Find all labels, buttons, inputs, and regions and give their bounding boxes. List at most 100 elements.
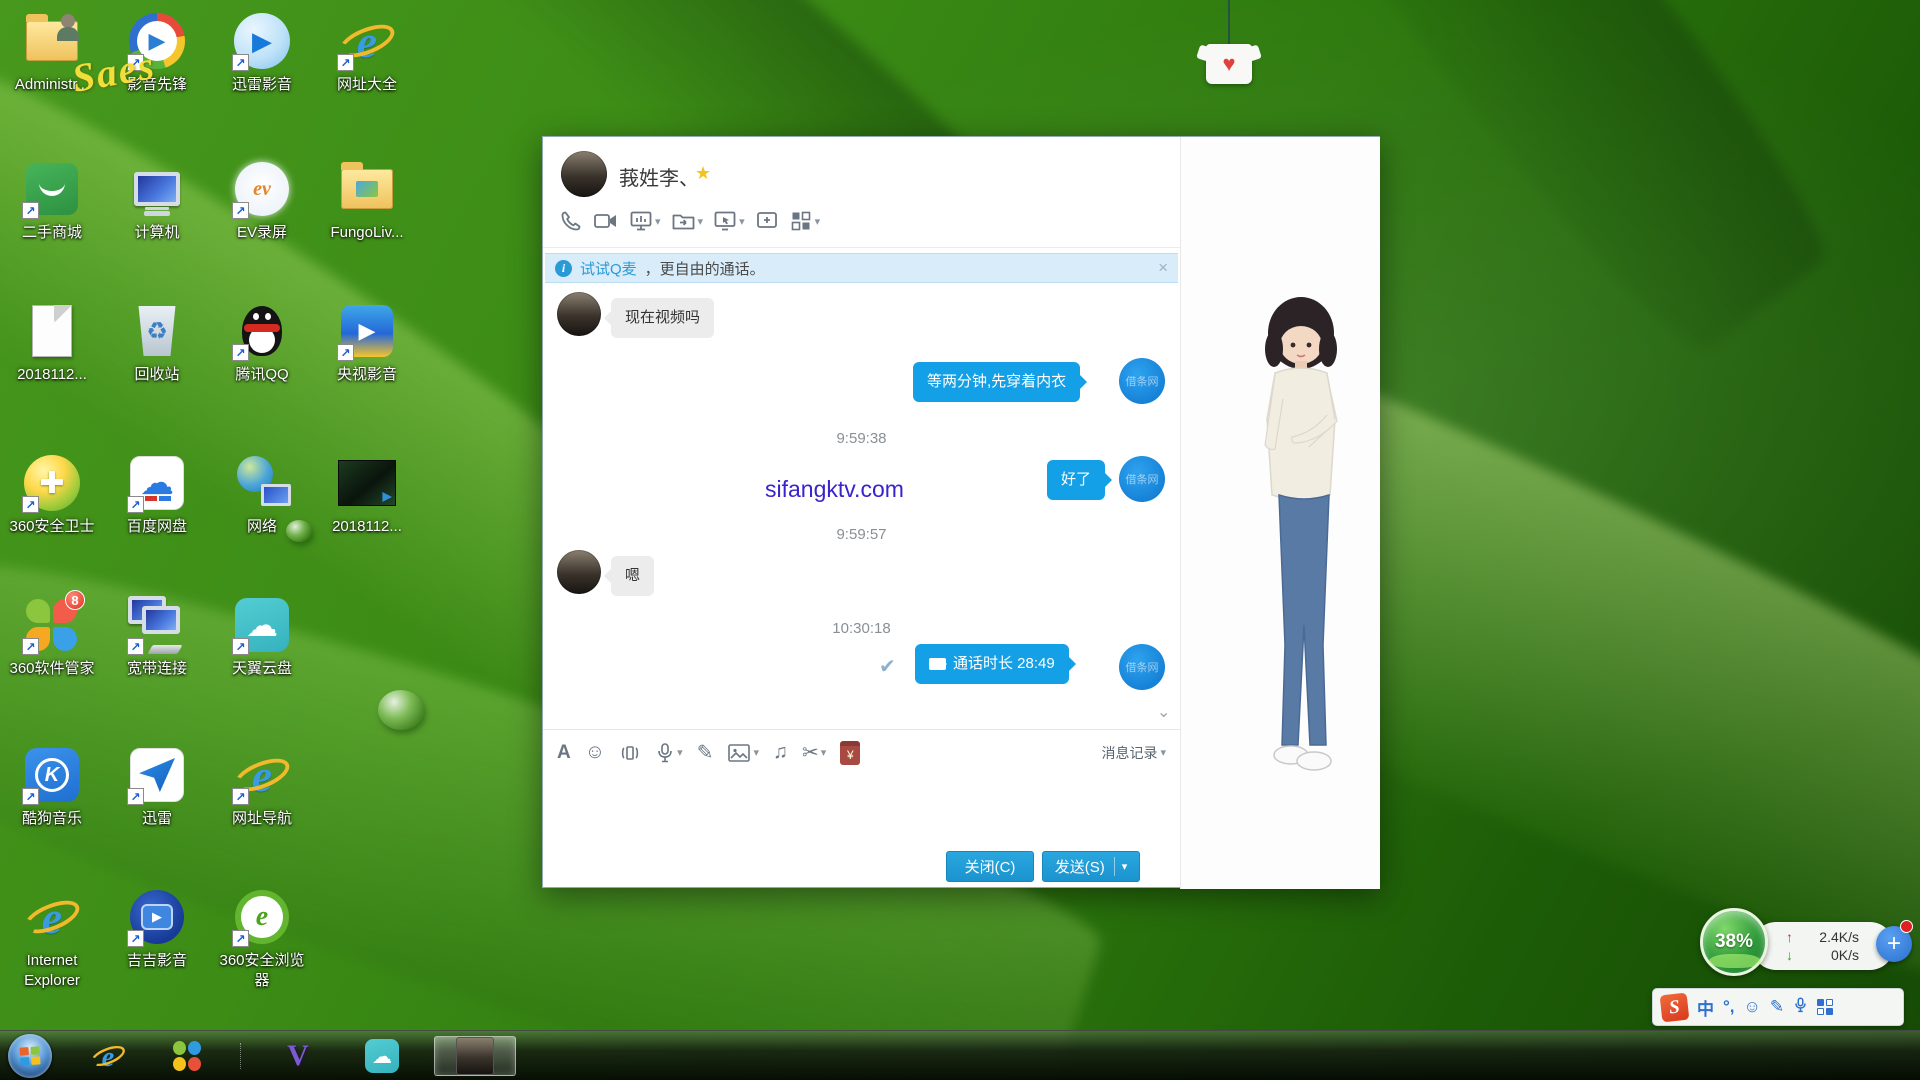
info-icon: i xyxy=(555,260,572,277)
ime-emoji-icon[interactable]: ☺ xyxy=(1744,997,1761,1017)
taskbar-pinwheel-browser[interactable] xyxy=(158,1036,218,1076)
notification-badge: 8 xyxy=(65,590,85,610)
qmic-notice-bar: i 试试Q麦 ，更自由的通话。 × xyxy=(545,253,1178,283)
desktop-icon-jiji-yingyin[interactable]: ▶↗ 吉吉影音 xyxy=(107,886,207,971)
taskbar-active-chat[interactable] xyxy=(434,1036,516,1076)
font-style-button[interactable]: A xyxy=(557,742,571,764)
shortcut-arrow-icon: ↗ xyxy=(232,638,249,655)
shortcut-arrow-icon: ↗ xyxy=(127,788,144,805)
desktop-icon-360-anquanweishi[interactable]: ✚↗ 360安全卫士 xyxy=(2,452,102,537)
ime-toolbox-icon[interactable] xyxy=(1817,999,1833,1015)
recycle-bin-icon: ♻ xyxy=(126,300,188,362)
send-button[interactable]: 发送(S) ▾ xyxy=(1042,851,1140,882)
desktop-icon-kugou-yinyue[interactable]: K↗ 酷狗音乐 xyxy=(2,744,102,829)
caret-down-icon[interactable]: ▾ xyxy=(677,746,683,759)
desktop-icon-huishouzhan[interactable]: ♻ 回收站 xyxy=(107,300,207,385)
network-speed-pill: ↑2.4K/s ↓0K/s xyxy=(1752,922,1894,970)
caret-down-icon[interactable]: ▾ xyxy=(698,215,704,228)
peer-message-avatar[interactable] xyxy=(557,292,601,336)
shortcut-arrow-icon: ↗ xyxy=(337,344,354,361)
desktop-icon-video-2018112[interactable]: 2018112... xyxy=(317,452,417,537)
heart-icon: ♥ xyxy=(1222,51,1235,77)
ime-mic-icon[interactable] xyxy=(1793,996,1808,1019)
desktop: { "desktop": { "icons": [ {"label": "Adm… xyxy=(0,0,1920,1080)
shortcut-arrow-icon: ↗ xyxy=(127,638,144,655)
start-button[interactable] xyxy=(8,1034,52,1078)
desktop-icon-fungolive[interactable]: FungoLiv... xyxy=(317,158,417,243)
caret-down-icon[interactable]: ▾ xyxy=(739,215,745,228)
desktop-icon-kuandailianjie[interactable]: ↗ 宽带连接 xyxy=(107,594,207,679)
ime-chinese-mode[interactable]: 中 xyxy=(1697,995,1714,1020)
remote-desktop-button[interactable]: ▾ xyxy=(713,209,745,233)
caret-down-icon[interactable]: ▾ xyxy=(655,215,661,228)
shortcut-arrow-icon: ↗ xyxy=(22,788,39,805)
ime-pencil-icon[interactable]: ✎ xyxy=(1770,997,1784,1017)
shortcut-arrow-icon: ↗ xyxy=(22,496,39,513)
screen-share-button[interactable]: ▾ xyxy=(629,209,661,233)
desktop-icon-wangluo[interactable]: 网络 xyxy=(212,452,312,537)
self-message-avatar[interactable]: 借条网 xyxy=(1119,358,1165,404)
caret-down-icon[interactable]: ▾ xyxy=(753,746,759,759)
360-speed-ball-widget[interactable]: ↑2.4K/s ↓0K/s 38% + xyxy=(1700,908,1912,980)
taskbar-v-app[interactable]: V xyxy=(268,1036,328,1076)
ime-punctuation[interactable]: °, xyxy=(1723,997,1735,1017)
message-input[interactable] xyxy=(543,775,1180,843)
desktop-icon-ev-luping[interactable]: ev↗ EV录屏 xyxy=(212,158,312,243)
window-shake-button[interactable] xyxy=(619,742,641,764)
desktop-icon-tianyi-yunpan[interactable]: ☁↗ 天翼云盘 xyxy=(212,594,312,679)
voice-message-button[interactable]: ▾ xyxy=(655,742,683,764)
music-share-button[interactable]: ♫ xyxy=(773,741,788,764)
desktop-icon-yangshiyingyin[interactable]: ▶↗ 央视影音 xyxy=(317,300,417,385)
self-message-avatar[interactable]: 借条网 xyxy=(1119,644,1165,690)
qq-chat-window: 莪姓李、 ★ ▾ – □ × ▾ ▾ ▾ ▾ i 试试Q麦 ，更自由的通话。 ×… xyxy=(542,136,1380,888)
peer-message-avatar[interactable] xyxy=(557,550,601,594)
send-options-caret[interactable]: ▾ xyxy=(1122,860,1128,873)
chat-peer-name[interactable]: 莪姓李、 xyxy=(619,162,699,191)
chat-window-thumbnail xyxy=(456,1037,494,1075)
send-file-button[interactable]: ▾ xyxy=(671,209,704,233)
shortcut-arrow-icon: ↗ xyxy=(232,930,249,947)
taskbar-tianyi-cloud[interactable]: ☁ xyxy=(352,1036,412,1076)
handwriting-button[interactable]: ✎ xyxy=(697,740,714,765)
taskbar-ie[interactable]: e xyxy=(78,1036,138,1076)
desktop-icon-ershoushangcheng[interactable]: ↗ 二手商城 xyxy=(2,158,102,243)
scroll-to-bottom-icon[interactable]: ⌄ xyxy=(1157,702,1170,722)
desktop-icon-jisuanji[interactable]: 计算机 xyxy=(107,158,207,243)
screenshot-button[interactable]: ✂▾ xyxy=(802,740,826,765)
apps-grid-button[interactable]: ▾ xyxy=(789,209,821,233)
video-call-button[interactable] xyxy=(593,209,619,233)
desktop-icon-xunlei-yingyin[interactable]: ▶↗ 迅雷影音 xyxy=(212,10,312,95)
red-packet-button[interactable]: ¥ xyxy=(840,741,860,765)
input-toolbar: A ☺ ▾ ✎ ▾ ♫ ✂▾ ¥ 消息记录▾ xyxy=(543,729,1180,775)
tshirt-string xyxy=(1228,0,1230,46)
self-message-avatar[interactable]: 借条网 xyxy=(1119,456,1165,502)
caret-down-icon[interactable]: ▾ xyxy=(815,215,821,228)
close-chat-button[interactable]: 关闭(C) xyxy=(946,851,1034,882)
video-camera-icon xyxy=(929,658,946,670)
create-group-button[interactable] xyxy=(755,209,779,233)
voice-call-button[interactable] xyxy=(559,209,583,233)
360-safe-icon: ✚↗ xyxy=(21,452,83,514)
desktop-icon-baidu-wangpan[interactable]: ☁↗ 百度网盘 xyxy=(107,452,207,537)
desktop-icon-wangzhidaquan[interactable]: e↗ 网址大全 xyxy=(317,10,417,95)
desktop-icon-wangzhidaohang[interactable]: e↗ 网址导航 xyxy=(212,744,312,829)
desktop-icon-internet-explorer[interactable]: e Internet Explorer xyxy=(2,886,102,990)
desktop-icon-xunlei[interactable]: ↗ 迅雷 xyxy=(107,744,207,829)
desktop-icon-360-browser[interactable]: e↗ 360安全浏览器 xyxy=(212,886,312,990)
sogou-logo[interactable]: S xyxy=(1660,992,1690,1022)
desktop-icon-document-2018112[interactable]: 2018112... xyxy=(2,300,102,385)
chat-peer-avatar[interactable] xyxy=(561,151,607,197)
notice-close-icon[interactable]: × xyxy=(1158,258,1168,278)
send-image-button[interactable]: ▾ xyxy=(727,742,759,764)
sogou-ime-bar: S 中 °, ☺ ✎ xyxy=(1652,988,1904,1026)
emoji-button[interactable]: ☺ xyxy=(585,741,605,764)
green-shop-icon: ↗ xyxy=(21,158,83,220)
memory-usage-ball[interactable]: 38% xyxy=(1700,908,1768,976)
caret-down-icon[interactable]: ▾ xyxy=(821,746,827,759)
dialup-icon: ↗ xyxy=(126,594,188,656)
message-history-button[interactable]: 消息记录▾ xyxy=(1101,743,1166,763)
desktop-icon-360-ruanjianguanjia[interactable]: 8↗ 360软件管家 xyxy=(2,594,102,679)
desktop-icon-tencent-qq[interactable]: ↗ 腾讯QQ xyxy=(212,300,312,385)
sifangktv-watermark: sifangktv.com xyxy=(765,476,904,503)
qmic-link[interactable]: 试试Q麦 xyxy=(580,258,637,279)
